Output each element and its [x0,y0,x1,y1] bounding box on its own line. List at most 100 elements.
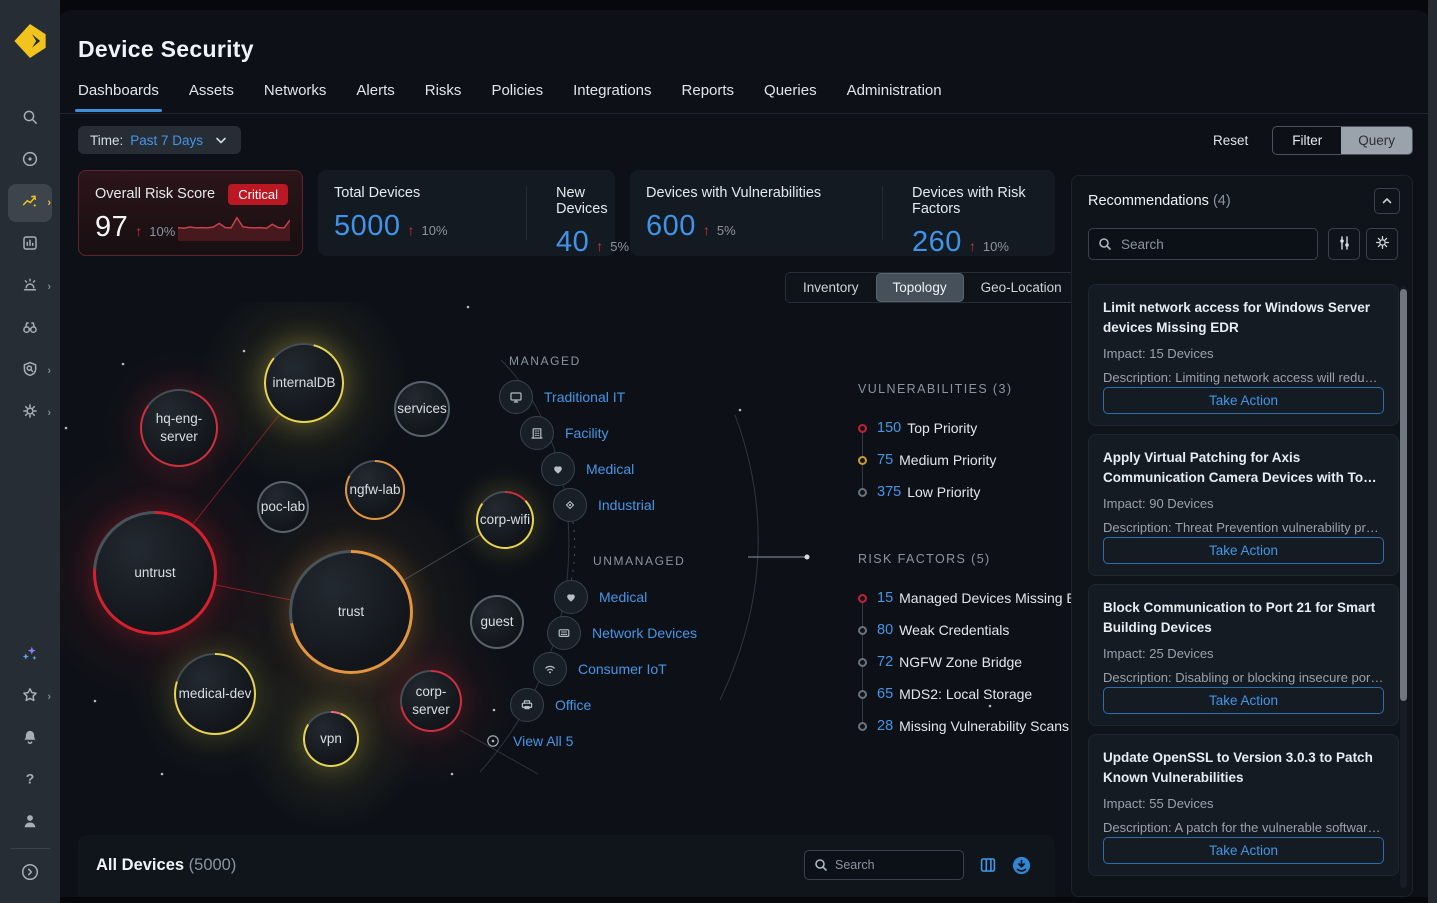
reset-button[interactable]: Reset [1213,133,1248,148]
tab-administration[interactable]: Administration [847,82,942,112]
sidebar-item-search[interactable] [8,100,52,138]
vulnerabilities-list-title: VULNERABILITIES (3) [858,382,1098,396]
category-item-office[interactable]: Office [510,688,591,722]
view-mode-tabs: InventoryTopologyGeo-Location [785,272,1080,303]
topology-node-guest[interactable]: guest [470,595,524,649]
asset-search-icon [21,360,39,383]
sidebar-item-reports[interactable] [8,226,52,264]
recommendations-search-input[interactable] [1088,228,1318,260]
tab-dashboards[interactable]: Dashboards [78,82,159,112]
topology-node-medical-dev[interactable]: medical-dev [174,653,256,735]
category-item-facility[interactable]: Facility [520,416,609,450]
sidebar-item-alerts[interactable]: › [8,268,52,306]
download-icon[interactable] [1012,856,1031,875]
node-body: corp-wifi [478,493,532,547]
devices-search-input[interactable] [804,850,964,880]
sidebar-item-user[interactable] [8,804,52,842]
list-item[interactable]: 72NGFW Zone Bridge [858,646,1098,678]
take-action-button[interactable]: Take Action [1103,837,1384,864]
time-filter-label: Time: [90,133,123,148]
take-action-button[interactable]: Take Action [1103,687,1384,714]
category-item-consumer-iot[interactable]: Consumer IoT [533,652,667,686]
tab-policies[interactable]: Policies [491,82,543,112]
kpi-value: 600 [646,210,696,243]
query-button[interactable]: Query [1341,127,1412,154]
tab-queries[interactable]: Queries [764,82,817,112]
topology-node-poc-lab[interactable]: poc-lab [257,481,309,533]
page-title: Device Security [78,36,254,63]
topology-canvas: internalDB services hq-eng- server ngfw-lab… [60,302,1068,835]
filter-button[interactable]: Filter [1273,127,1341,154]
category-item-traditional-it[interactable]: Traditional IT [499,380,625,414]
sidebar: › › › › ›? [0,0,60,903]
take-action-button[interactable]: Take Action [1103,537,1384,564]
tab-networks[interactable]: Networks [264,82,327,112]
recommendation-impact: Impact: 55 Devices [1103,796,1384,811]
topology-node-services[interactable]: services [394,381,450,437]
topology-node-untrust[interactable]: untrust [93,511,217,635]
topology-node-hq-eng-server[interactable]: hq-eng- server [140,389,218,467]
node-label: guest [480,613,513,631]
tab-assets[interactable]: Assets [189,82,234,112]
view-tab-geo-location[interactable]: Geo-Location [964,273,1079,302]
settings-button[interactable] [1366,228,1398,260]
category-label: Facility [565,425,609,441]
tab-risks[interactable]: Risks [425,82,462,112]
list-item[interactable]: 75Medium Priority [858,444,1098,476]
sidebar-item-collapse[interactable] [8,855,52,893]
kpi-title: New Devices [556,185,629,217]
trend-up-icon: ↑ [135,223,142,239]
scrollbar-thumb[interactable] [1400,289,1407,701]
category-item-medical[interactable]: Medical [541,452,634,486]
category-item-view-all[interactable]: View All 5 [484,732,573,750]
sidebar-item-ai-assistant[interactable] [8,636,52,674]
item-label: NGFW Zone Bridge [899,654,1022,670]
view-tab-inventory[interactable]: Inventory [786,273,876,302]
sidebar-item-dashboards[interactable]: › [8,184,52,222]
topology-node-vpn[interactable]: vpn [303,711,359,767]
list-item[interactable]: 15Managed Devices Missing EDR [858,582,1098,614]
view-tab-topology[interactable]: Topology [876,273,964,302]
sidebar-item-notifications[interactable] [8,720,52,758]
topology-node-trust[interactable]: trust [289,550,413,674]
list-item[interactable]: 80Weak Credentials [858,614,1098,646]
page-scroll-gutter[interactable] [1428,0,1437,903]
take-action-button[interactable]: Take Action [1103,387,1384,414]
topology-node-corp-server[interactable]: corp- server [400,670,462,732]
node-body: trust [292,553,410,671]
sidebar-item-asset-search[interactable]: › [8,352,52,390]
columns-icon[interactable] [979,856,997,874]
sidebar-item-help[interactable]: ? [8,762,52,800]
list-item[interactable]: 65MDS2: Local Storage [858,678,1098,710]
category-item-network-devices[interactable]: Network Devices [547,616,697,650]
list-item[interactable]: 375Low Priority [858,476,1098,508]
time-filter[interactable]: Time: Past 7 Days [78,126,241,154]
sort-filter-button[interactable] [1328,228,1360,260]
category-label: View All 5 [513,733,573,749]
tab-alerts[interactable]: Alerts [356,82,394,112]
node-label: corp- server [412,683,450,718]
kpi-delta: 10% [422,223,448,238]
node-label: hq-eng- server [156,410,203,445]
topology-node-ngfw-lab[interactable]: ngfw-lab [345,460,405,520]
item-count: 75 [877,452,893,468]
recommendation-title: Limit network access for Windows Server … [1103,298,1384,337]
list-item[interactable]: 28Missing Vulnerability Scans [858,710,1098,742]
tab-reports[interactable]: Reports [682,82,735,112]
chevron-down-icon [213,132,229,148]
all-devices-bar: All Devices (5000) [78,835,1055,897]
collapse-panel-button[interactable] [1374,188,1400,214]
list-item[interactable]: 150Top Priority [858,412,1098,444]
sidebar-item-detect[interactable] [8,142,52,180]
favorites-icon [21,686,39,709]
category-item-industrial[interactable]: Industrial [553,488,655,522]
sidebar-item-settings[interactable]: › [8,394,52,432]
topology-node-corp-wifi[interactable]: corp-wifi [476,491,534,549]
tab-integrations[interactable]: Integrations [573,82,651,112]
topology-node-internaldb[interactable]: internalDB [264,343,344,423]
sidebar-item-favorites[interactable]: › [8,678,52,716]
category-label: Medical [599,589,647,605]
kpi-delta: 10% [983,239,1009,254]
sidebar-item-discover[interactable] [8,310,52,348]
category-item-medical[interactable]: Medical [554,580,647,614]
